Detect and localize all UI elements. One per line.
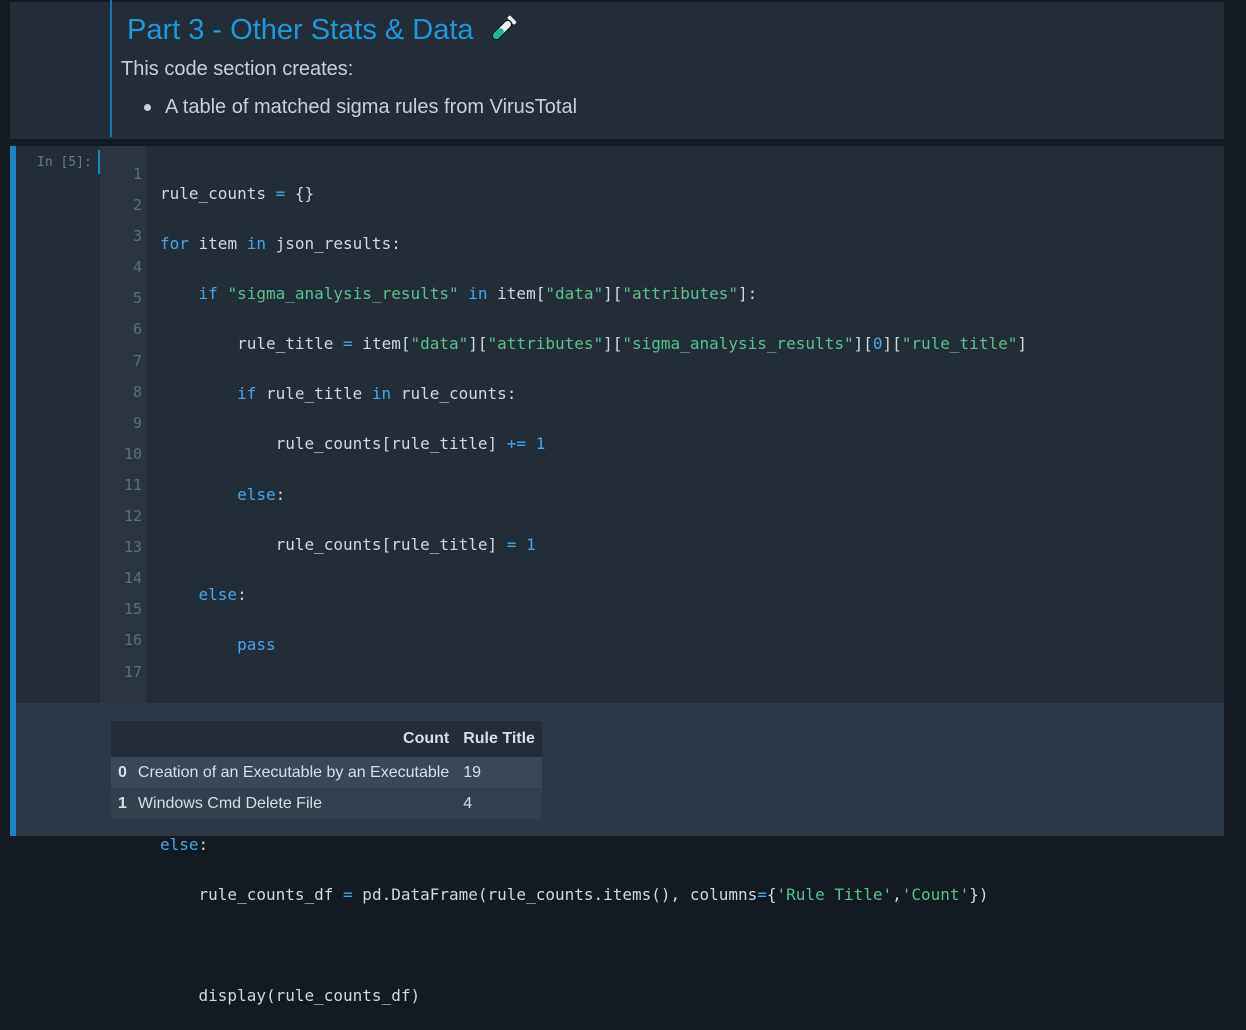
dataframe-table: Count Rule Title 0 Creation of an Execut… [111, 721, 542, 819]
line-number: 11 [123, 475, 142, 494]
list-item: A table of matched sigma rules from Viru… [142, 96, 577, 119]
code-line[interactable]: else: [160, 579, 1027, 610]
intro-text: This code section creates: [121, 58, 354, 80]
markdown-cell-indicator [110, 0, 112, 137]
table-row: 1 Windows Cmd Delete File 4 [111, 788, 542, 819]
section-heading: Part 3 - Other Stats & Data [127, 12, 520, 48]
bullet-list: A table of matched sigma rules from Viru… [142, 96, 577, 119]
code-line[interactable]: for item in json_results: [160, 228, 1027, 259]
column-header: Rule Title [456, 721, 542, 757]
execution-prompt: In [5]: [37, 155, 92, 170]
code-line[interactable]: rule_title = item["data"]["attributes"][… [160, 328, 1027, 359]
index-header [111, 721, 131, 757]
line-number: 15 [123, 600, 142, 619]
code-editor[interactable]: rule_counts = {} for item in json_result… [160, 159, 1027, 1030]
code-line[interactable]: rule_counts = {} [160, 178, 1027, 209]
line-number: 14 [123, 569, 142, 588]
code-line[interactable]: display(rule_counts_df) [160, 980, 1027, 1011]
line-number: 8 [132, 382, 142, 401]
row-index: 1 [118, 794, 127, 812]
code-line[interactable]: if "sigma_analysis_results" in item["dat… [160, 278, 1027, 309]
line-number: 6 [132, 320, 142, 339]
list-item-text: A table of matched sigma rules from Viru… [165, 96, 578, 118]
line-number: 7 [132, 351, 142, 370]
line-number: 13 [123, 538, 142, 557]
line-number: 5 [132, 289, 142, 308]
line-number: 17 [123, 662, 142, 681]
line-number: 2 [132, 196, 142, 215]
code-line[interactable]: pass [160, 629, 1027, 660]
line-number: 12 [123, 507, 142, 526]
section-heading-text: Part 3 - Other Stats & Data [127, 13, 474, 46]
code-line[interactable]: else: [160, 479, 1027, 510]
line-number: 1 [132, 165, 142, 183]
table-header-row: Count Rule Title [111, 721, 542, 757]
test-tube-icon [484, 12, 520, 48]
table-row: 0 Creation of an Executable by an Execut… [111, 757, 542, 788]
table-cell: Creation of an Executable by an Executab… [137, 763, 450, 781]
line-number: 4 [132, 258, 142, 277]
bullet-icon [144, 104, 151, 111]
code-line[interactable]: if rule_title in rule_counts: [160, 378, 1027, 409]
table-cell: Windows Cmd Delete File [137, 794, 322, 812]
line-number: 9 [132, 413, 142, 432]
code-line[interactable]: rule_counts[rule_title] = 1 [160, 529, 1027, 560]
line-number: 16 [123, 631, 142, 650]
line-number: 3 [132, 227, 142, 246]
code-line[interactable]: rule_counts_df = pd.DataFrame(rule_count… [160, 879, 1027, 910]
code-line[interactable] [160, 929, 1027, 960]
table-cell: 4 [463, 794, 473, 812]
code-line[interactable]: rule_counts[rule_title] += 1 [160, 428, 1027, 459]
line-number: 10 [123, 444, 142, 463]
table-cell: 19 [463, 763, 482, 781]
column-header: Count [130, 721, 457, 757]
row-index: 0 [118, 763, 127, 781]
line-numbers: 1 2 3 4 5 6 7 8 9 10 11 12 13 14 15 16 17 [100, 159, 142, 688]
